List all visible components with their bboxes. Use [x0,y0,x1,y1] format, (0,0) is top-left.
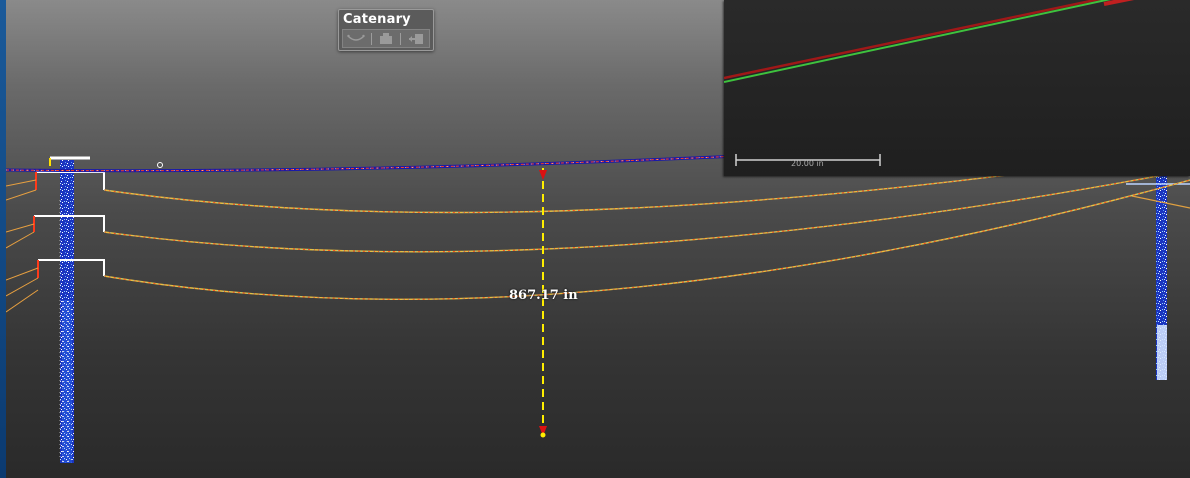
catenary-panel[interactable]: Catenary [338,9,434,51]
point-cloud-button[interactable] [374,31,398,46]
right-pole [1126,176,1190,380]
catenary-panel-title: Catenary [343,12,411,27]
sag-measurement-label: 867.17 in [509,288,578,303]
catenary-curve-button[interactable] [344,31,368,46]
toolbar-separator [400,32,402,45]
catenary-toolbar [342,29,430,48]
point-marker [157,162,163,168]
inset-scene [724,0,1135,166]
point-cloud-icon [379,32,392,44]
left-pole [33,156,105,463]
exit-icon [408,33,423,44]
catenary-curve-icon [347,34,365,41]
exit-button[interactable] [404,31,428,46]
inset-detail-view[interactable]: 20.00 in [724,0,1190,176]
scale-bar-label: 20.00 in [791,159,824,168]
toolbar-separator [370,32,372,45]
